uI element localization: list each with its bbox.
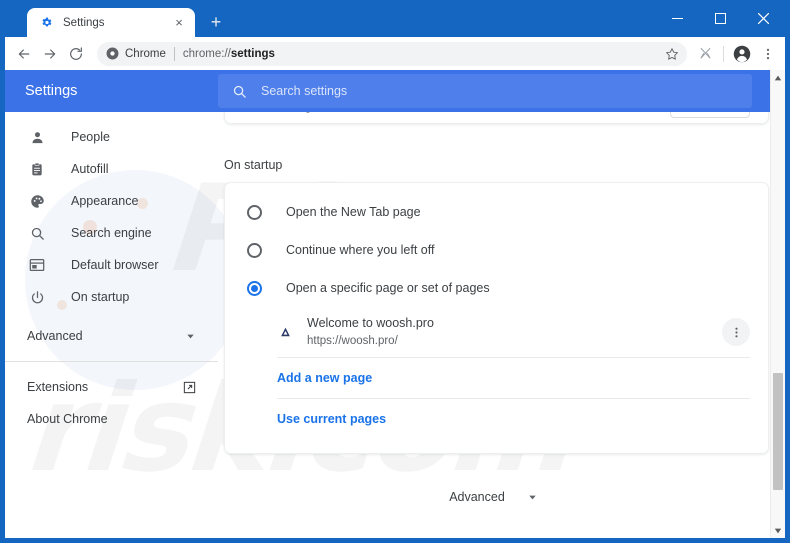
sidebar-item-label: People [71, 130, 110, 144]
on-startup-card: Open the New Tab page Continue where you… [224, 182, 769, 454]
settings-sidebar: People Autofill Appearance Search engine… [5, 112, 218, 538]
sidebar-divider [5, 361, 218, 362]
advanced-expander[interactable]: Advanced [218, 490, 769, 504]
sidebar-item-on-startup[interactable]: On startup [5, 281, 218, 313]
scroll-up-arrow-icon[interactable] [771, 70, 785, 85]
sidebar-item-autofill[interactable]: Autofill [5, 153, 218, 185]
power-icon [27, 290, 47, 305]
chrome-globe-icon [106, 47, 119, 60]
startup-page-menu-button[interactable] [722, 318, 750, 346]
sidebar-item-label: Search engine [71, 226, 152, 240]
profile-avatar[interactable] [729, 41, 755, 67]
omnibox-divider [173, 46, 175, 61]
page-title: Settings [25, 83, 78, 99]
bookmark-star-icon[interactable] [661, 43, 683, 65]
sidebar-item-label: Autofill [71, 162, 109, 176]
chevron-down-icon [527, 492, 538, 503]
tab-title: Settings [63, 16, 105, 29]
startup-page-text: Welcome to woosh.pro https://woosh.pro/ [307, 315, 722, 350]
search-input[interactable] [261, 84, 752, 98]
url-text: chrome://settings [183, 48, 661, 60]
minimize-button[interactable] [656, 4, 699, 32]
maximize-button[interactable] [699, 4, 742, 32]
radio-label: Open a specific page or set of pages [286, 281, 490, 295]
reload-icon[interactable] [63, 41, 89, 67]
clipboard-icon [27, 162, 47, 177]
use-current-pages-link[interactable]: Use current pages [277, 412, 386, 426]
sidebar-item-label: Extensions [27, 380, 89, 394]
chevron-down-icon [185, 331, 196, 342]
make-default-button[interactable] [670, 112, 750, 118]
search-icon [232, 84, 247, 99]
default-browser-card-partial: Make Google Chrome the default browser [224, 112, 769, 124]
sidebar-item-people[interactable]: People [5, 121, 218, 153]
palette-icon [27, 194, 47, 209]
sidebar-item-appearance[interactable]: Appearance [5, 185, 218, 217]
external-link-icon [183, 381, 196, 394]
radio-button-selected[interactable] [247, 280, 262, 296]
startup-page-name: Welcome to woosh.pro [307, 315, 434, 330]
settings-main: Make Google Chrome the default browser O… [218, 112, 785, 538]
search-settings-box[interactable] [218, 74, 752, 108]
scrollbar-thumb[interactable] [773, 373, 783, 490]
url-prefix: chrome:// [182, 47, 231, 60]
browser-window: Settings × + Chrome chrome://settings Se… [0, 0, 790, 543]
sidebar-item-label: Appearance [71, 194, 139, 208]
new-tab-button[interactable]: + [203, 9, 229, 35]
sidebar-item-label: Default browser [71, 258, 159, 272]
sidebar-item-about-chrome[interactable]: About Chrome [5, 403, 218, 435]
section-title-on-startup: On startup [224, 158, 283, 172]
settings-page: PC risk.com Settings [5, 70, 785, 538]
radio-label: Open the New Tab page [286, 205, 421, 219]
site-favicon-icon [277, 324, 293, 340]
gear-icon [38, 15, 54, 31]
close-button[interactable] [742, 4, 785, 32]
sidebar-item-search-engine[interactable]: Search engine [5, 217, 218, 249]
extensions-icon[interactable] [692, 41, 718, 67]
back-icon[interactable] [11, 41, 37, 67]
default-browser-text: Make Google Chrome the default browser [247, 112, 479, 113]
sidebar-advanced-label: Advanced [27, 329, 83, 343]
sidebar-item-default-browser[interactable]: Default browser [5, 249, 218, 281]
tab-strip: Settings × + [5, 4, 785, 37]
radio-open-new-tab-page[interactable]: Open the New Tab page [225, 193, 768, 231]
use-current-pages-row[interactable]: Use current pages [225, 399, 768, 439]
browser-toolbar: Chrome chrome://settings [5, 37, 785, 70]
sidebar-item-label: On startup [71, 290, 130, 304]
security-chip-label: Chrome [125, 47, 166, 60]
add-new-page-link[interactable]: Add a new page [277, 371, 372, 385]
add-new-page-row[interactable]: Add a new page [225, 358, 768, 398]
startup-page-url: https://woosh.pro/ [307, 334, 398, 347]
startup-page-row: Welcome to woosh.pro https://woosh.pro/ [225, 307, 768, 357]
sidebar-item-extensions[interactable]: Extensions [5, 371, 218, 403]
url-path: settings [230, 47, 275, 60]
radio-button[interactable] [247, 242, 262, 258]
radio-label: Continue where you left off [286, 243, 435, 257]
security-chip: Chrome [106, 47, 166, 60]
radio-button[interactable] [247, 204, 262, 220]
settings-content: People Autofill Appearance Search engine… [5, 112, 785, 538]
forward-icon[interactable] [37, 41, 63, 67]
sidebar-item-advanced[interactable]: Advanced [5, 320, 218, 352]
close-icon[interactable]: × [171, 15, 187, 31]
address-bar[interactable]: Chrome chrome://settings [97, 41, 687, 66]
search-icon [27, 226, 47, 241]
settings-header: Settings [5, 70, 785, 112]
page-scrollbar[interactable] [770, 70, 785, 538]
browser-window-icon [27, 258, 47, 272]
window-controls [656, 4, 785, 32]
advanced-expander-label: Advanced [449, 490, 505, 504]
browser-tab-settings[interactable]: Settings × [27, 8, 195, 37]
sidebar-item-label: About Chrome [27, 412, 108, 426]
toolbar-divider [723, 45, 724, 62]
radio-continue-where-left-off[interactable]: Continue where you left off [225, 231, 768, 269]
scroll-down-arrow-icon[interactable] [771, 523, 785, 538]
radio-open-specific-pages[interactable]: Open a specific page or set of pages [225, 269, 768, 307]
person-icon [27, 130, 47, 145]
chrome-menu-icon[interactable] [755, 41, 781, 67]
